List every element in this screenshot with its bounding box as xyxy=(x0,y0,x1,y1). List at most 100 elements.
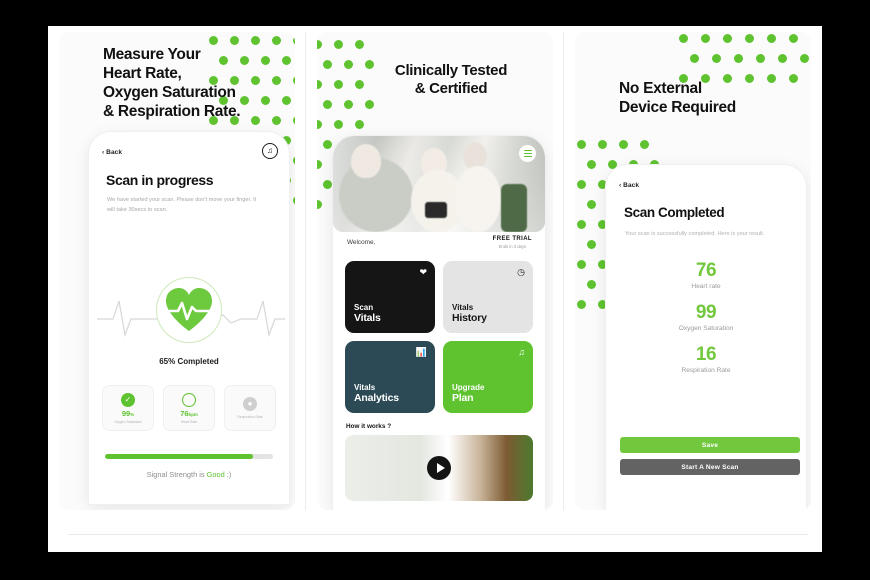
dot xyxy=(344,100,353,109)
footer-divider xyxy=(68,534,808,535)
free-trial-title: FREE TRIAL xyxy=(492,236,532,242)
dot xyxy=(690,54,699,63)
chart-bars-icon: 📊 xyxy=(415,347,427,357)
heart-badge-icon: ❤ xyxy=(419,267,427,277)
dot xyxy=(209,36,218,45)
dot xyxy=(789,34,798,43)
dot xyxy=(261,56,270,65)
dot xyxy=(679,34,688,43)
hamburger-menu-icon[interactable] xyxy=(519,145,536,162)
dot xyxy=(767,34,776,43)
panel-1-headline: Measure Your Heart Rate, Oxygen Saturati… xyxy=(103,46,241,120)
app-store-screenshot-gallery: Measure Your Heart Rate, Oxygen Saturati… xyxy=(48,26,822,516)
dot xyxy=(587,200,596,209)
metric-card-heart-rate[interactable]: 76bpm Heart Rate xyxy=(163,385,215,431)
panel-2-surface: Clinically Tested & Certified Welcome, F… xyxy=(317,32,553,510)
panel-3-headline: No External Device Required xyxy=(619,80,736,116)
screenshot-panel-1: Measure Your Heart Rate, Oxygen Saturati… xyxy=(48,26,306,516)
tile-scan-vitals[interactable]: ❤ Scan Vitals xyxy=(345,261,435,333)
result-value-respiration-rate: 16 xyxy=(695,343,717,365)
phone-mockup-home-dashboard: Welcome, FREE TRIAL Ends in 3 days ❤ Sca… xyxy=(333,136,545,510)
metric-card-respiration-rate[interactable]: ● Respiration Rate xyxy=(224,385,276,431)
tile-vitals-history[interactable]: ◷ Vitals History xyxy=(443,261,533,333)
tile-scan-vitals-line1: Scan xyxy=(354,302,374,312)
scan-completed-subtitle: Your scan is successfully completed. Her… xyxy=(625,231,765,237)
dot xyxy=(323,60,332,69)
dot xyxy=(317,200,322,209)
result-heart-rate: 76 Heart rate xyxy=(606,261,806,290)
dot xyxy=(640,140,649,149)
scan-result-actions: Save Start A New Scan xyxy=(620,437,800,481)
dot xyxy=(619,140,628,149)
dot xyxy=(251,36,260,45)
history-clock-icon: ◷ xyxy=(517,267,525,277)
dot xyxy=(587,240,596,249)
tile-vitals-history-line2: History xyxy=(452,311,487,324)
dot xyxy=(282,56,291,65)
screenshot-panel-3: No External Device Required ‹ Back Scan … xyxy=(564,26,822,516)
metric-card-oxygen-saturation[interactable]: ✓ 99% Oxygen Saturation xyxy=(102,385,154,431)
tile-upgrade-plan[interactable]: ♫ Upgrade Plan xyxy=(443,341,533,413)
free-trial-badge: FREE TRIAL Ends in 3 days xyxy=(493,236,532,249)
dot xyxy=(701,34,710,43)
heart-rate-ring-icon xyxy=(182,392,196,407)
dot xyxy=(317,160,322,169)
music-note-icon[interactable]: ♫ xyxy=(262,143,278,159)
scan-result-list: 76 Heart rate 99 Oxygen Saturation 16 Re… xyxy=(606,261,806,387)
dot xyxy=(317,40,322,49)
dot xyxy=(293,36,295,45)
metric-value-oxygen: 99% xyxy=(121,408,135,418)
dot xyxy=(240,56,249,65)
phone-mockup-scan-completed: ‹ Back Scan Completed Your scan is succe… xyxy=(606,165,806,510)
tile-vitals-history-line1: Vitals xyxy=(452,302,474,312)
scan-progress-percent-label: 65% Completed xyxy=(159,357,219,366)
back-button[interactable]: ‹ Back xyxy=(102,149,122,156)
dot xyxy=(800,54,809,63)
dot xyxy=(272,36,281,45)
live-metric-cards: ✓ 99% Oxygen Saturation 76bpm Heart Rate… xyxy=(102,385,276,431)
welcome-text: Welcome, xyxy=(347,239,376,246)
screenshot-canvas: Measure Your Heart Rate, Oxygen Saturati… xyxy=(48,26,822,552)
dot xyxy=(323,100,332,109)
dot xyxy=(577,140,586,149)
phone-mockup-scan-in-progress: ‹ Back ♫ Scan in progress We have starte… xyxy=(89,132,289,504)
tile-vitals-analytics[interactable]: 📊 Vitals Analytics xyxy=(345,341,435,413)
dot xyxy=(712,54,721,63)
dot xyxy=(272,116,281,125)
dot xyxy=(293,196,295,205)
dot xyxy=(323,180,332,189)
panel-2-headline: Clinically Tested & Certified xyxy=(394,62,508,98)
dot xyxy=(587,160,596,169)
tile-upgrade-plan-line1: Upgrade xyxy=(452,382,485,392)
save-button[interactable]: Save xyxy=(620,437,800,453)
dot xyxy=(317,120,322,129)
result-label-heart-rate: Heart rate xyxy=(691,282,721,290)
metric-label-respiration: Respiration Rate xyxy=(237,415,263,419)
metric-value-heart-rate: 76bpm xyxy=(180,408,198,418)
play-button-icon[interactable] xyxy=(427,456,451,480)
free-trial-subtitle: Ends in 3 days xyxy=(498,243,527,249)
metric-label-heart-rate: Heart Rate xyxy=(180,419,198,424)
signal-strength-text: Signal Strength is Good :) xyxy=(146,470,232,479)
scan-completed-title: Scan Completed xyxy=(624,205,725,220)
dot xyxy=(355,120,364,129)
scan-progress-subtitle: We have started your scan. Please don't … xyxy=(107,197,257,213)
dot xyxy=(293,116,295,125)
result-value-heart-rate: 76 xyxy=(695,260,717,281)
scan-progress-title: Scan in progress xyxy=(106,172,214,188)
dot xyxy=(767,74,776,83)
dot xyxy=(723,34,732,43)
hero-photo xyxy=(333,136,545,232)
dot xyxy=(598,140,607,149)
dot xyxy=(577,300,586,309)
phone-notch xyxy=(158,132,220,143)
dot xyxy=(323,140,332,149)
start-new-scan-button[interactable]: Start A New Scan xyxy=(620,459,800,475)
pending-circle-icon: ● xyxy=(243,397,257,411)
dot xyxy=(240,96,249,105)
how-it-works-video-thumbnail[interactable] xyxy=(345,435,533,501)
result-oxygen-saturation: 99 Oxygen Saturation xyxy=(606,302,806,331)
phone-notch xyxy=(675,165,737,176)
dot xyxy=(789,74,798,83)
back-button[interactable]: ‹ Back xyxy=(619,182,639,189)
